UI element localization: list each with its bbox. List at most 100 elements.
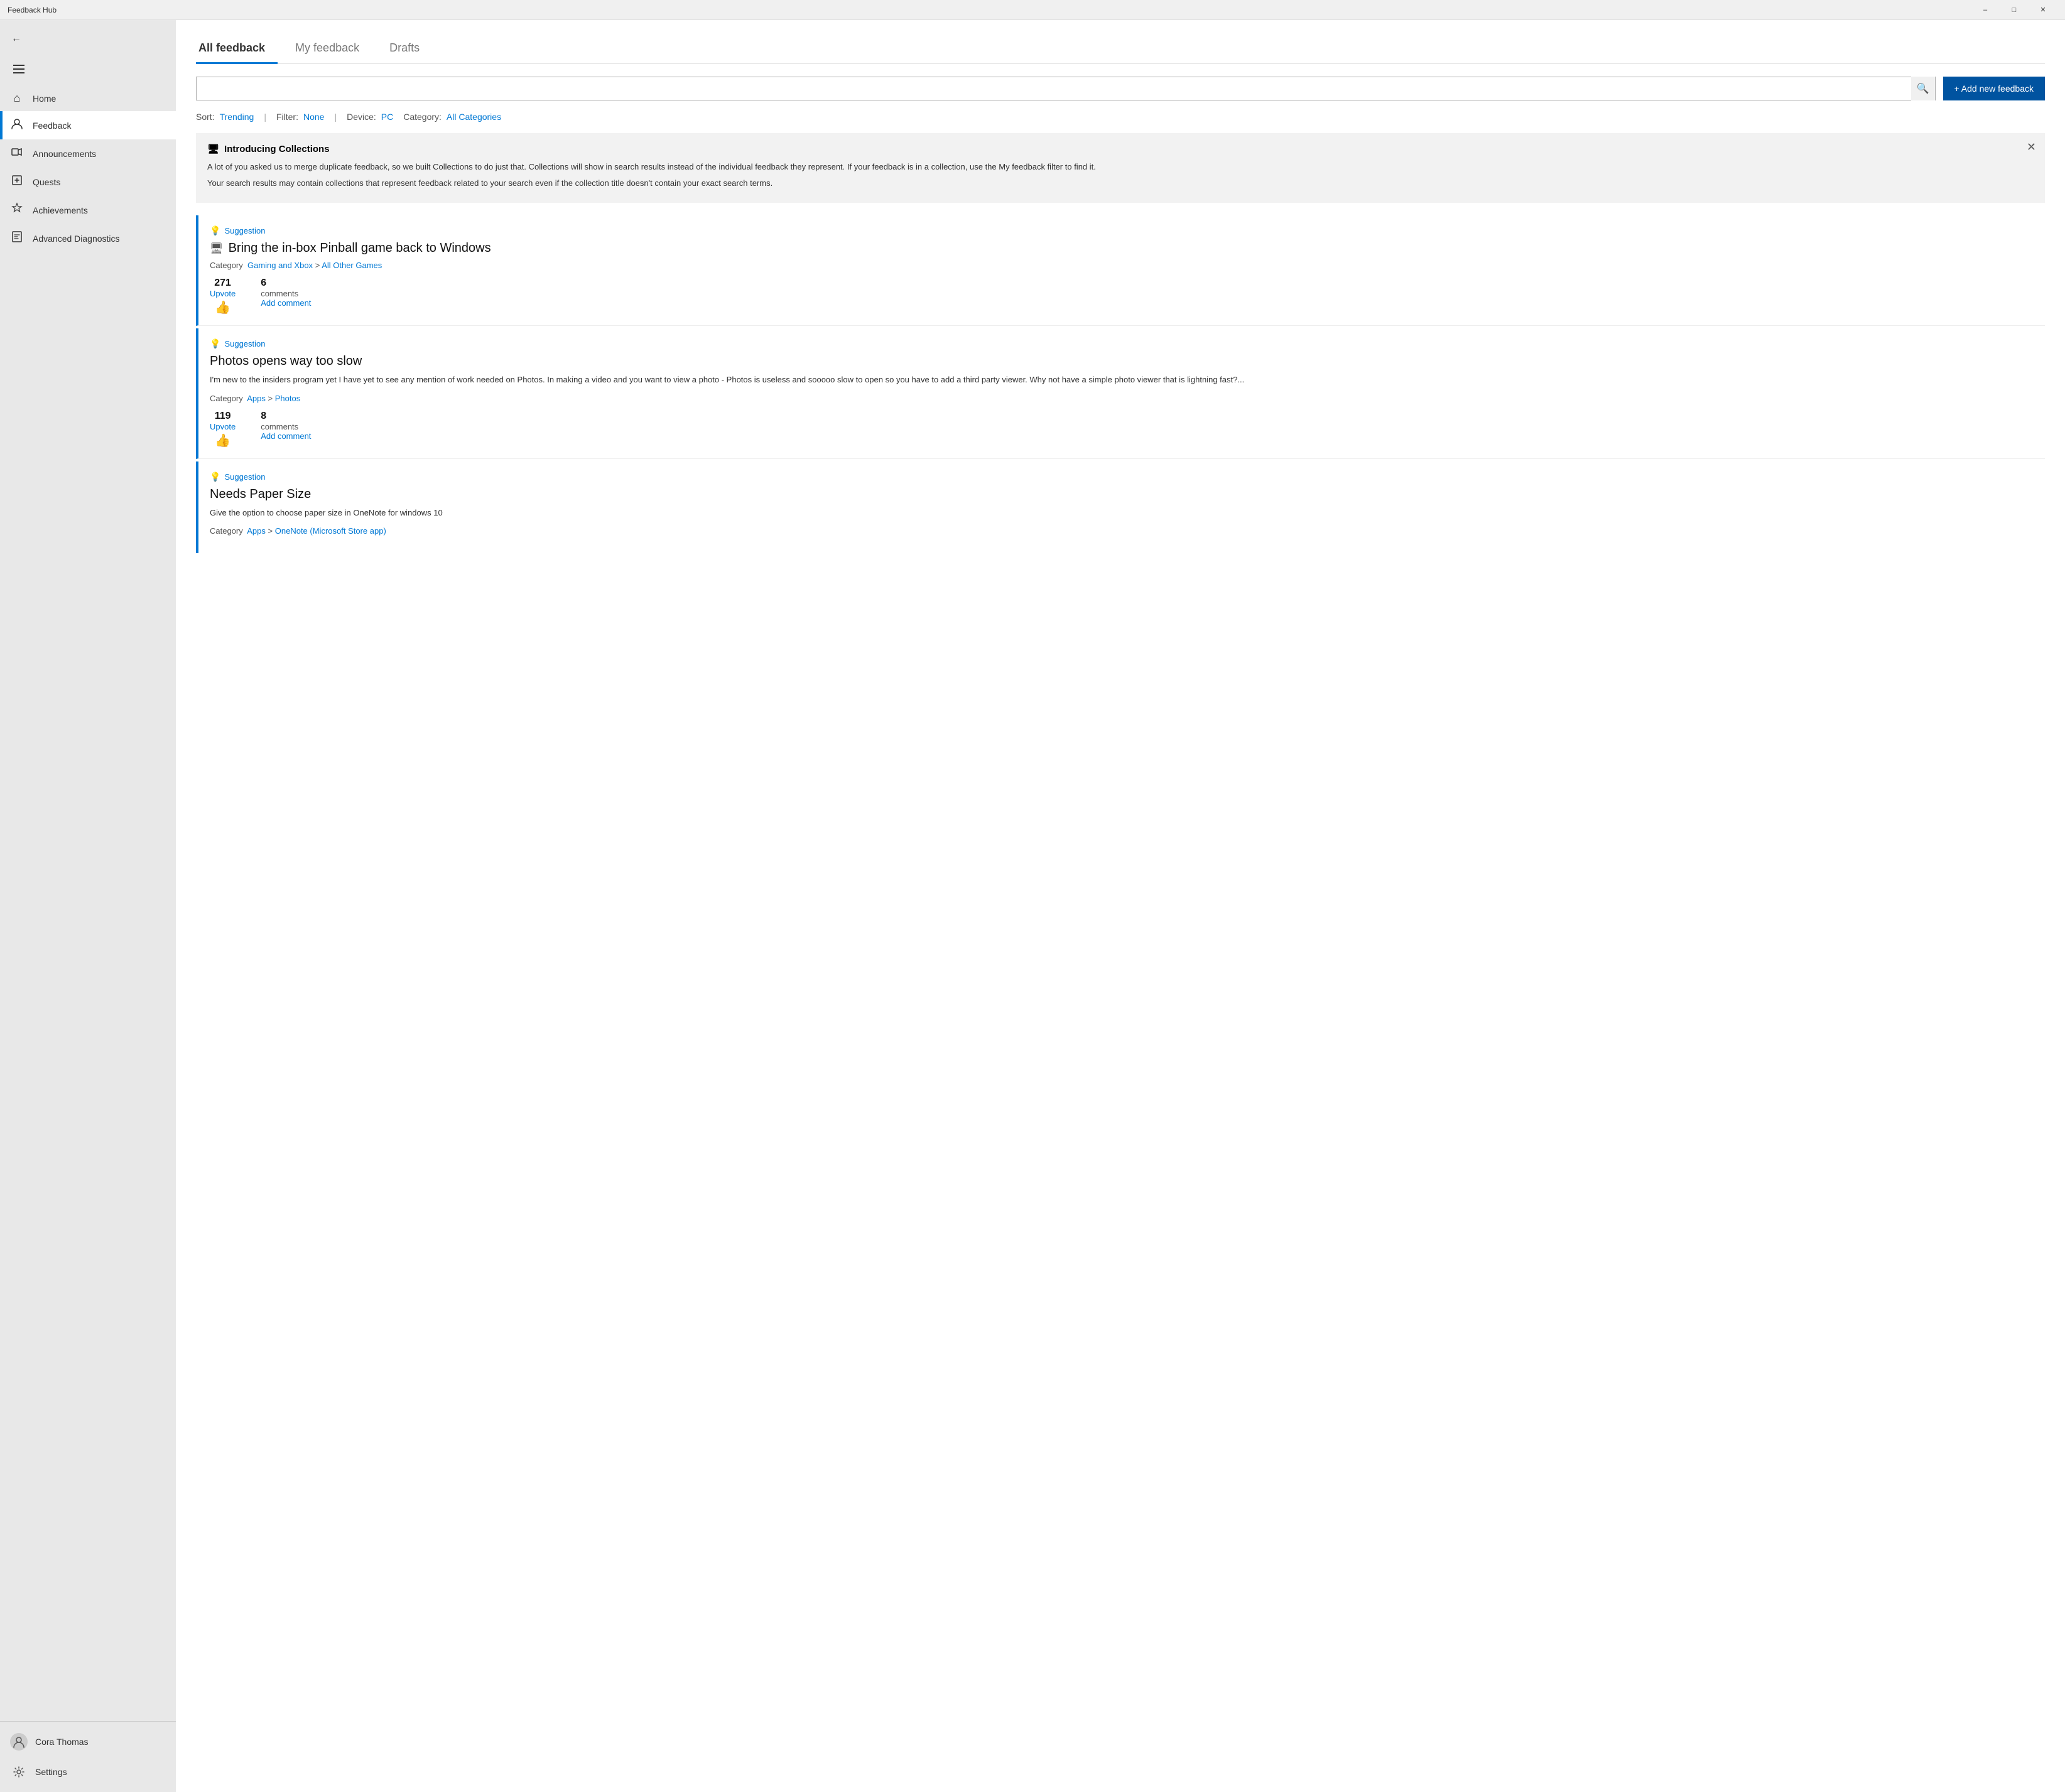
feedback-type-label: Suggestion [224,339,265,348]
search-input[interactable] [197,77,1911,100]
feedback-category: Category Apps > OneNote (Microsoft Store… [210,526,2045,536]
sidebar-bottom: Cora Thomas Settings [0,1721,176,1792]
category-link-games[interactable]: All Other Games [322,261,382,270]
comment-label: comments [261,422,311,431]
home-icon: ⌂ [10,92,24,105]
app-body: ← ⌂ Home Fe [0,20,2065,1792]
search-button[interactable]: 🔍 [1911,77,1935,100]
sidebar-item-label: Feedback [33,121,71,131]
comment-count: 6 [261,278,311,289]
settings-icon [10,1763,28,1781]
comment-label: comments [261,289,311,298]
search-box: 🔍 [196,77,1936,100]
quests-icon [10,174,24,190]
close-button[interactable]: ✕ [2029,0,2057,20]
feedback-description: Give the option to choose paper size in … [210,507,2045,519]
feedback-type: 💡 Suggestion [210,472,2045,482]
sidebar-item-label: Quests [33,177,60,187]
upvote-icon[interactable]: 👍 [215,300,230,315]
sidebar-item-achievements[interactable]: Achievements [0,196,176,224]
comment-section: 6 comments Add comment [261,278,311,308]
sort-label: Sort: [196,112,215,122]
user-profile-item[interactable]: Cora Thomas [0,1727,176,1757]
upvote-link[interactable]: Upvote [210,289,236,298]
minimize-button[interactable]: – [1971,0,2000,20]
category-link-apps2[interactable]: Apps [247,526,266,536]
sort-trending-link[interactable]: Trending [220,112,254,122]
add-comment-link[interactable]: Add comment [261,431,311,441]
add-comment-link[interactable]: Add comment [261,298,311,308]
tab-my-feedback[interactable]: My feedback [293,35,372,64]
titlebar-title: Feedback Hub [8,6,1971,14]
back-button[interactable]: ← [5,28,28,50]
vote-section: 271 Upvote 👍 [210,278,236,315]
vote-section: 119 Upvote 👍 [210,411,236,448]
comment-count: 8 [261,411,311,422]
avatar [10,1733,28,1751]
sidebar-item-home[interactable]: ⌂ Home [0,85,176,111]
feedback-title-icon: 🖥 [210,242,224,255]
feedback-type-label: Suggestion [224,472,265,482]
sidebar-item-advanced-diagnostics[interactable]: Advanced Diagnostics [0,224,176,252]
category-link-photos[interactable]: Photos [275,394,300,403]
feedback-type-label: Suggestion [224,226,265,235]
feedback-actions: 119 Upvote 👍 8 comments Add comment [210,411,2045,448]
add-feedback-button[interactable]: + Add new feedback [1943,77,2046,100]
settings-item[interactable]: Settings [0,1757,176,1787]
filter-none-link[interactable]: None [303,112,324,122]
feedback-title[interactable]: Needs Paper Size [210,487,2045,502]
titlebar: Feedback Hub – □ ✕ [0,0,2065,20]
hamburger-button[interactable] [8,58,30,80]
suggestion-icon: 💡 [210,472,220,482]
sidebar-item-quests[interactable]: Quests [0,168,176,196]
sidebar: ← ⌂ Home Fe [0,20,176,1792]
banner-icon: 🖥 [207,143,219,154]
tab-drafts[interactable]: Drafts [387,35,432,64]
feedback-title[interactable]: Photos opens way too slow [210,354,2045,369]
vote-count: 119 [215,411,231,422]
sidebar-item-announcements[interactable]: Announcements [0,139,176,168]
tab-all-feedback[interactable]: All feedback [196,35,278,64]
settings-label: Settings [35,1767,67,1777]
feedback-description: I'm new to the insiders program yet I ha… [210,374,2045,386]
feedback-icon [10,117,24,133]
banner-text-2: Your search results may contain collecti… [207,177,2034,190]
sidebar-top: ← [0,20,176,55]
upvote-link[interactable]: Upvote [210,422,236,431]
feedback-type: 💡 Suggestion [210,338,2045,349]
feedback-item: 💡 Suggestion Photos opens way too slow I… [196,328,2045,459]
category-label: Category: [403,112,442,122]
device-pc-link[interactable]: PC [381,112,393,122]
upvote-icon[interactable]: 👍 [215,433,230,448]
hamburger-icon [13,65,24,73]
banner-close-button[interactable]: ✕ [2027,141,2036,154]
info-banner: 🖥 Introducing Collections ✕ A lot of you… [196,133,2045,203]
sidebar-item-label: Home [33,94,56,104]
suggestion-icon: 💡 [210,225,220,236]
sidebar-item-label: Advanced Diagnostics [33,234,120,244]
sidebar-nav: ⌂ Home Feedback [0,85,176,1721]
banner-text-1: A lot of you asked us to merge duplicate… [207,161,2034,173]
sidebar-item-feedback[interactable]: Feedback [0,111,176,139]
category-link-gaming[interactable]: Gaming and Xbox [247,261,313,270]
comment-section: 8 comments Add comment [261,411,311,441]
main-content: All feedback My feedback Drafts 🔍 + Add … [176,20,2065,1792]
category-all-link[interactable]: All Categories [447,112,501,122]
tabs: All feedback My feedback Drafts [196,35,2045,64]
filter-row: Sort: Trending | Filter: None | Device: … [196,112,2045,122]
banner-title: 🖥 Introducing Collections [207,143,2034,154]
maximize-button[interactable]: □ [2000,0,2029,20]
device-label: Device: [347,112,376,122]
titlebar-controls: – □ ✕ [1971,0,2057,20]
search-row: 🔍 + Add new feedback [196,77,2045,100]
feedback-title[interactable]: 🖥 Bring the in-box Pinball game back to … [210,241,2045,256]
vote-count: 271 [214,278,231,289]
achievements-icon [10,202,24,218]
feedback-item: 💡 Suggestion 🖥 Bring the in-box Pinball … [196,215,2045,326]
category-link-apps[interactable]: Apps [247,394,266,403]
username: Cora Thomas [35,1737,89,1747]
feedback-category: Category Gaming and Xbox > All Other Gam… [210,261,2045,270]
feedback-category: Category Apps > Photos [210,394,2045,403]
category-link-onenote[interactable]: OneNote (Microsoft Store app) [275,526,386,536]
suggestion-icon: 💡 [210,338,220,349]
